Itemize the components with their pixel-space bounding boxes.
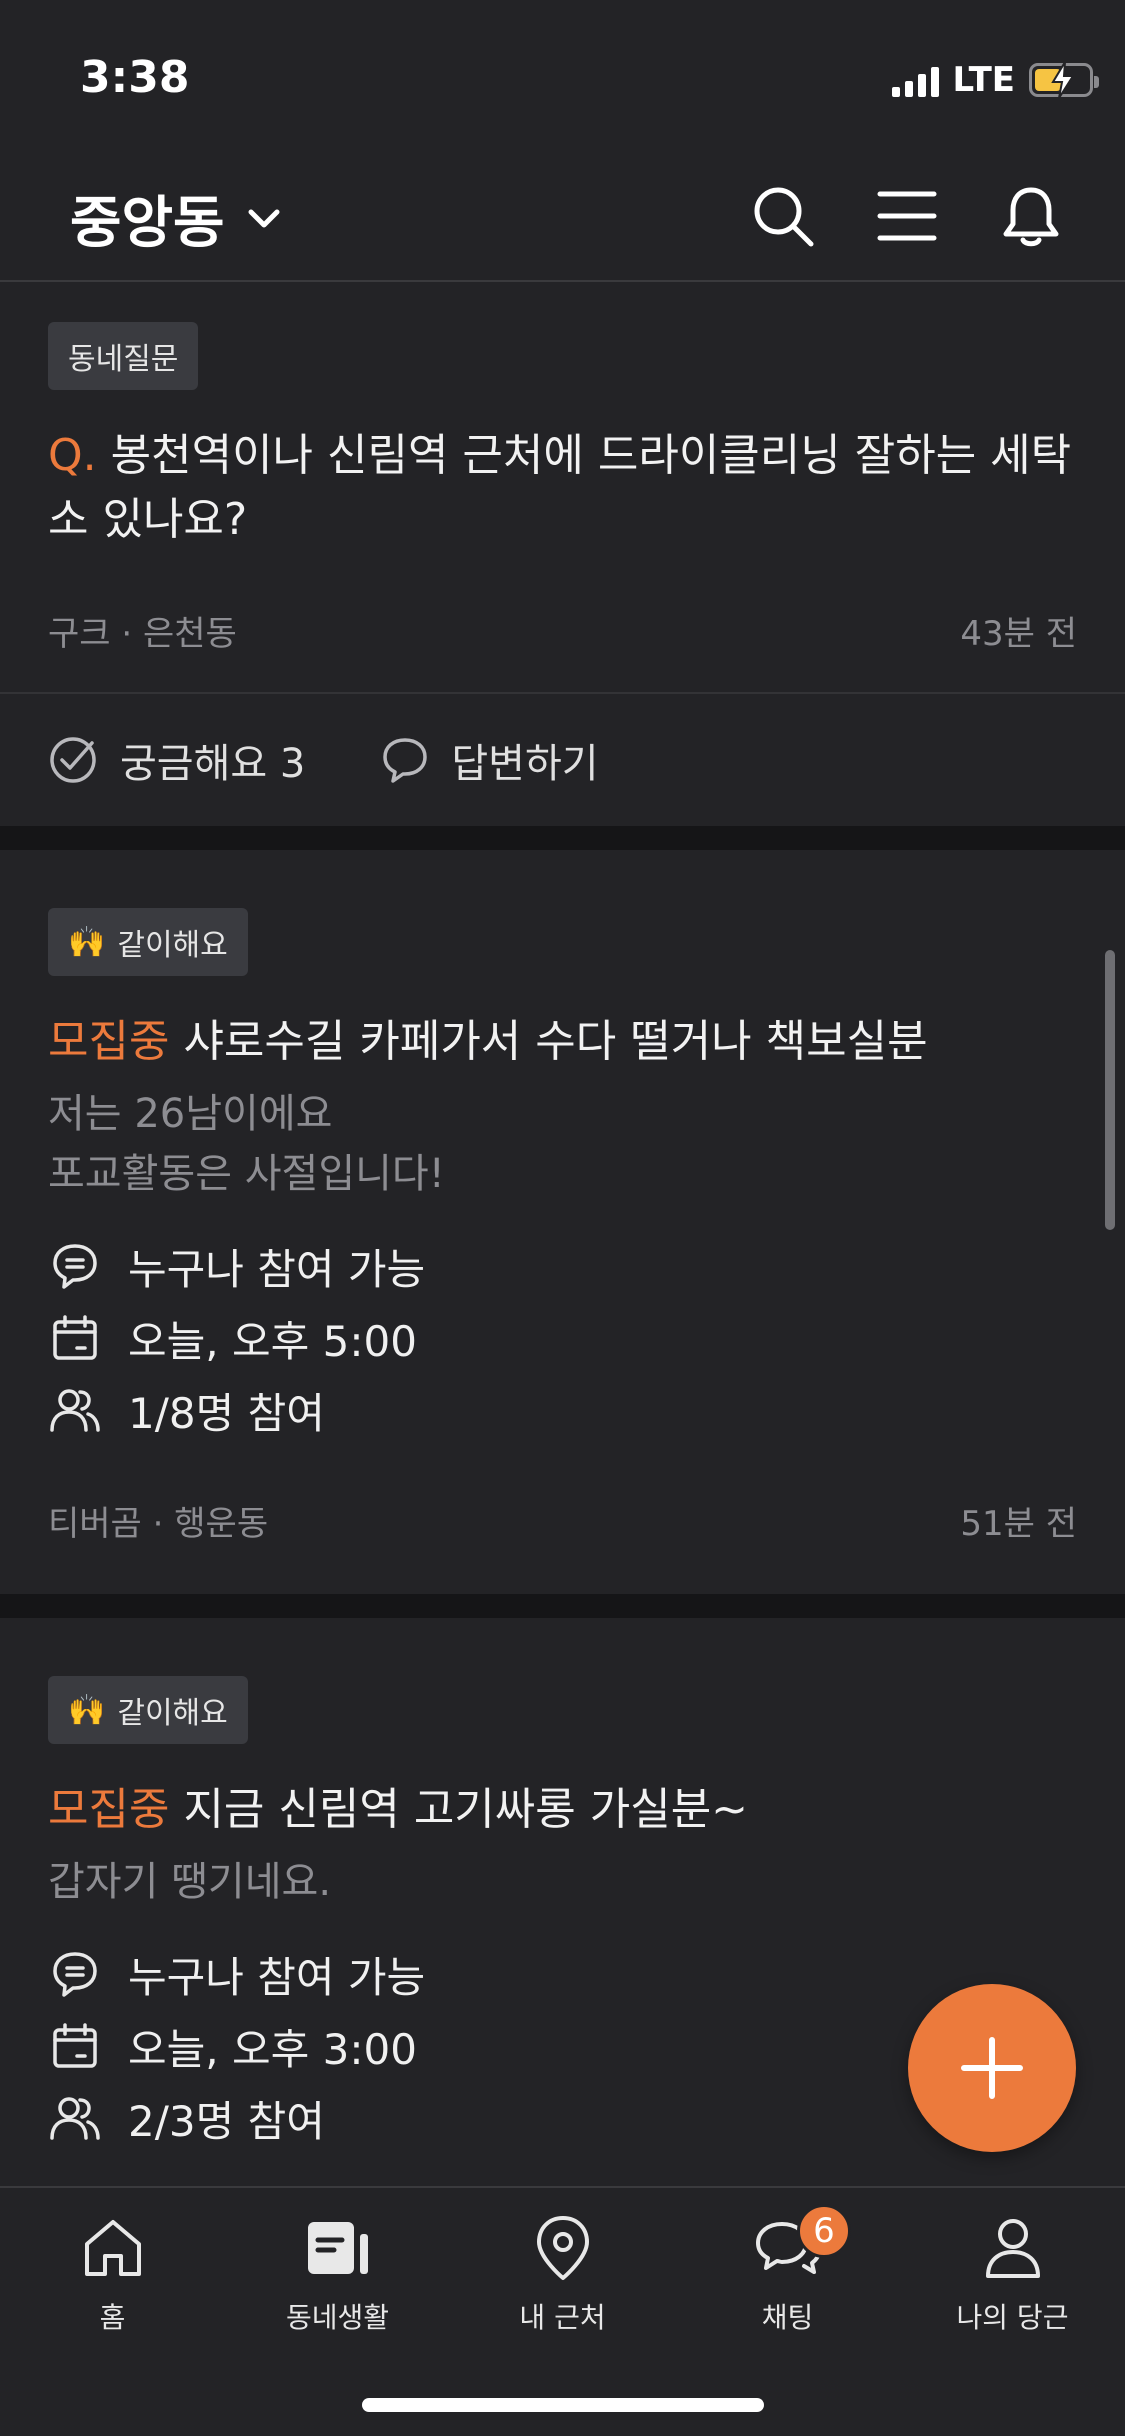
category-tag: 🙌 같이해요 — [48, 1676, 248, 1744]
datetime-row: 오늘, 오후 5:00 — [48, 1302, 1077, 1374]
people-icon — [48, 1383, 102, 1437]
signal-icon — [891, 63, 939, 97]
battery-icon — [1029, 62, 1099, 98]
calendar-icon — [48, 2019, 102, 2073]
search-icon[interactable] — [749, 182, 817, 250]
tab-my-profile[interactable]: 나의 당근 — [900, 2188, 1125, 2348]
chat-unread-badge: 6 — [797, 2204, 851, 2258]
raised-hands-icon: 🙌 — [68, 1692, 106, 1728]
post-author: 티버곰 · 행운동 — [48, 1504, 269, 1544]
post-description: 저는 26남이에요 포교활동은 사절입니다! — [48, 1091, 445, 1197]
location-pin-icon — [527, 2212, 599, 2284]
post-title: 모집중 샤로수길 카페가서 수다 떨거나 책보실분 — [48, 1010, 1077, 1074]
bottom-tab-bar: 홈 동네생활 내 근처 6 채팅 나의 당근 — [0, 2186, 1125, 2436]
post-title-text: 지금 신림역 고기싸롱 가실분~ — [183, 1784, 749, 1835]
post-time: 43분 전 — [960, 614, 1077, 654]
bell-icon[interactable] — [997, 182, 1065, 250]
menu-icon[interactable] — [873, 182, 941, 250]
meetup-info: 누구나 참여 가능 오늘, 오후 5:00 1/8명 참여 — [48, 1230, 1077, 1446]
tab-neighborhood[interactable]: 동네생활 — [225, 2188, 450, 2348]
scrollbar-thumb[interactable] — [1105, 950, 1115, 1230]
post-description: 갑자기 땡기네요. — [48, 1859, 332, 1905]
chat-bubble-icon — [48, 1947, 102, 2001]
neighborhood-icon — [302, 2212, 374, 2284]
post-title: Q. 봉천역이나 신림역 근처에 드라이클리닝 잘하는 세탁소 있나요? — [48, 424, 1077, 552]
post-meta: 구크 · 은천동 43분 전 — [48, 606, 1077, 655]
curious-button[interactable]: 궁금해요 3 — [48, 731, 305, 789]
post-time: 51분 전 — [960, 1504, 1077, 1544]
calendar-icon — [48, 1311, 102, 1365]
home-icon — [77, 2212, 149, 2284]
members-row: 1/8명 참여 — [48, 1374, 1077, 1446]
feed[interactable]: 동네질문 Q. 봉천역이나 신림역 근처에 드라이클리닝 잘하는 세탁소 있나요… — [0, 284, 1125, 2186]
participation-row: 누구나 참여 가능 — [48, 1230, 1077, 1302]
plus-icon — [961, 2037, 1023, 2099]
recruiting-status: 모집중 — [48, 1016, 170, 1067]
category-tag: 🙌 같이해요 — [48, 908, 248, 976]
card-separator — [0, 1594, 1125, 1618]
app-header: 중앙동 — [0, 150, 1125, 282]
participation-row: 누구나 참여 가능 — [48, 1938, 1077, 2010]
tab-chat[interactable]: 6 채팅 — [675, 2188, 900, 2348]
status-bar: 3:38 LTE — [0, 0, 1125, 150]
post-meta: 티버곰 · 행운동 51분 전 — [48, 1496, 1077, 1545]
post-actions: 궁금해요 3 답변하기 — [0, 692, 1125, 826]
location-selector[interactable]: 중앙동 — [70, 178, 281, 259]
post-title-text: 샤로수길 카페가서 수다 떨거나 책보실분 — [183, 1016, 928, 1067]
location-name: 중앙동 — [70, 191, 225, 256]
recruiting-status: 모집중 — [48, 1784, 170, 1835]
network-label: LTE — [952, 60, 1015, 100]
chat-bubble-icon — [48, 1239, 102, 1293]
question-prefix: Q. — [48, 430, 97, 481]
profile-icon — [977, 2212, 1049, 2284]
chevron-down-icon — [248, 209, 280, 227]
speech-bubble-icon — [383, 738, 428, 783]
write-post-button[interactable] — [908, 1984, 1076, 2152]
answer-label: 답변하기 — [451, 741, 599, 787]
status-indicators: LTE — [891, 60, 1099, 100]
post-title-text: 봉천역이나 신림역 근처에 드라이클리닝 잘하는 세탁소 있나요? — [48, 430, 1072, 545]
check-circle-icon — [50, 737, 96, 783]
tab-home[interactable]: 홈 — [0, 2188, 225, 2348]
meetup-card[interactable]: 🙌 같이해요 모집중 샤로수길 카페가서 수다 떨거나 책보실분 저는 26남이에… — [0, 850, 1125, 1594]
tab-nearby[interactable]: 내 근처 — [450, 2188, 675, 2348]
raised-hands-icon: 🙌 — [68, 924, 106, 960]
post-title: 모집중 지금 신림역 고기싸롱 가실분~ — [48, 1778, 1077, 1842]
curious-label: 궁금해요 3 — [120, 741, 306, 787]
post-author: 구크 · 은천동 — [48, 614, 237, 654]
status-time: 3:38 — [80, 52, 190, 103]
home-indicator[interactable] — [362, 2398, 764, 2412]
people-icon — [48, 2091, 102, 2145]
card-separator — [0, 826, 1125, 850]
answer-button[interactable]: 답변하기 — [381, 731, 599, 789]
category-tag: 동네질문 — [48, 322, 199, 390]
question-card[interactable]: 동네질문 Q. 봉천역이나 신림역 근처에 드라이클리닝 잘하는 세탁소 있나요… — [0, 284, 1125, 826]
